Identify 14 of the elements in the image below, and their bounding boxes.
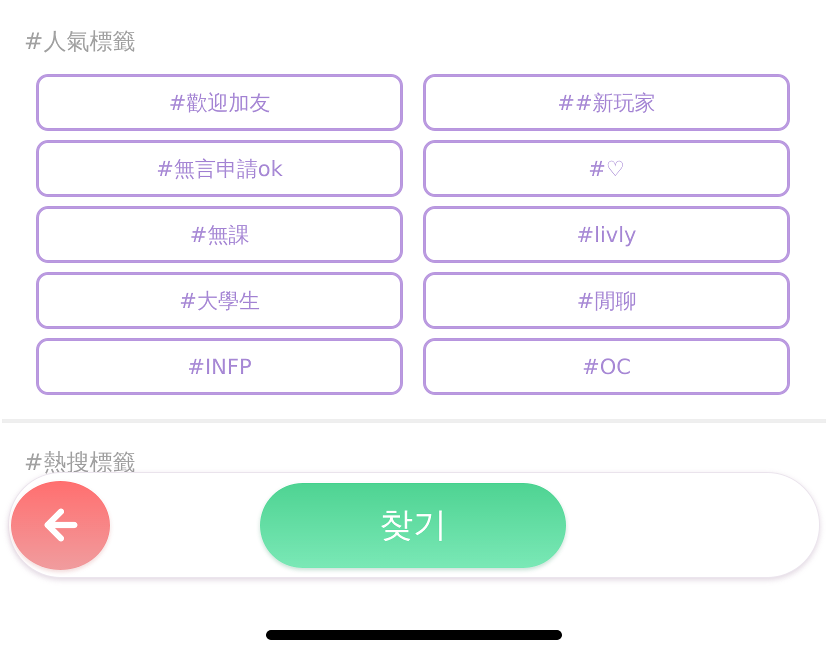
tag-button[interactable]: #歡迎加友	[36, 74, 403, 131]
back-button[interactable]	[11, 480, 110, 570]
tag-button[interactable]: ##新玩家	[423, 74, 790, 131]
tag-button[interactable]: #INFP	[36, 338, 403, 395]
tag-button[interactable]: #無課	[36, 206, 403, 263]
tag-button[interactable]: #無言申請ok	[36, 140, 403, 197]
section-heading: #人氣標籤	[24, 28, 136, 56]
search-button[interactable]: 찾기	[260, 482, 566, 568]
tag-button[interactable]: #閒聊	[423, 272, 790, 329]
section-heading: #熱搜標籤	[24, 449, 136, 477]
tag-button[interactable]: #大學生	[36, 272, 403, 329]
tag-button[interactable]: #OC	[423, 338, 790, 395]
tag-button[interactable]: #livly	[423, 206, 790, 263]
tag-button[interactable]: #♡	[423, 140, 790, 197]
